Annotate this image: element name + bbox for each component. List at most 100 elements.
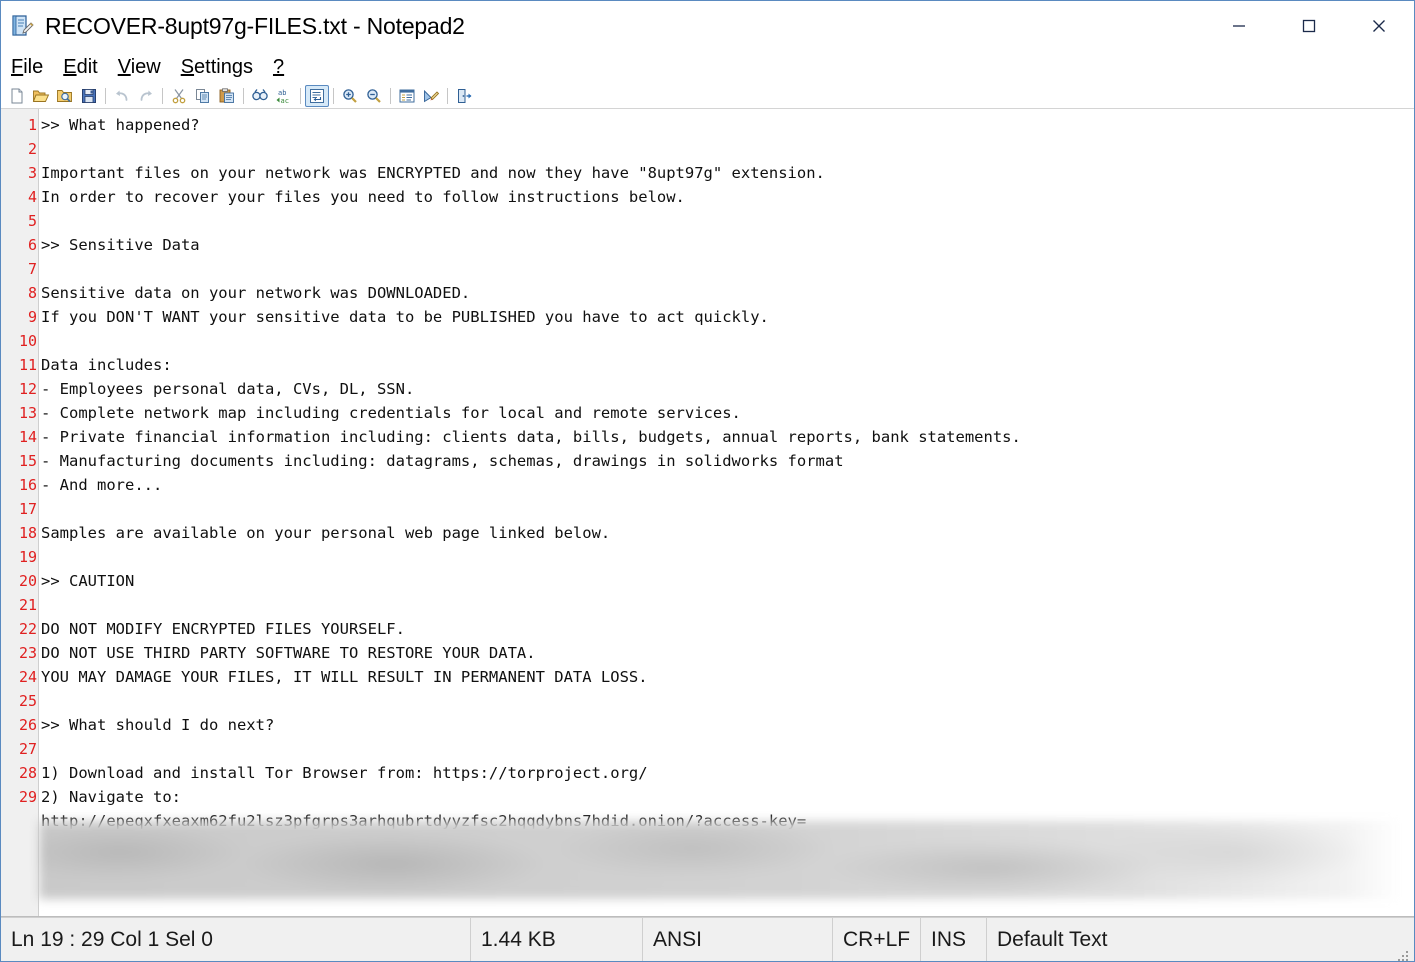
line-number: 14 (18, 428, 37, 446)
line-number: 12 (18, 380, 37, 398)
new-file-button[interactable] (5, 85, 29, 107)
text-line (41, 257, 1414, 281)
line-number: 20 (18, 572, 37, 590)
line-number: 1 (27, 116, 37, 134)
text-line: - Private financial information includin… (41, 428, 1021, 446)
paste-button[interactable] (215, 85, 239, 107)
status-line-endings[interactable]: CR+LF (833, 918, 921, 961)
paste-icon (219, 87, 234, 103)
cut-button[interactable] (167, 85, 191, 107)
line-number: 18 (18, 524, 37, 542)
line-number: 21 (18, 596, 37, 614)
line-numbers-icon (399, 89, 415, 102)
browse-file-button[interactable] (53, 85, 77, 107)
line-number: 27 (18, 740, 37, 758)
line-number: 25 (18, 692, 37, 710)
line-number: 7 (27, 260, 37, 278)
browse-file-icon (57, 89, 72, 102)
text-line: >> What should I do next? (41, 716, 275, 734)
text-line: >> What happened? (41, 116, 200, 134)
text-content[interactable]: >> What happened? Important files on you… (39, 109, 1414, 916)
open-file-button[interactable] (29, 85, 53, 107)
resize-grip[interactable] (1396, 945, 1410, 961)
line-number: 10 (18, 332, 37, 350)
line-number: 13 (18, 404, 37, 422)
line-number-gutter: 1 2 3 4 5 6 7 8 9 10 11 12 13 14 15 16 17 18 19 20 21 22 23 24 2… (1, 109, 39, 916)
menu-item-view[interactable]: View (118, 56, 161, 79)
line-number: 5 (27, 212, 37, 230)
new-file-icon (11, 88, 23, 103)
zoom-in-button[interactable] (338, 85, 362, 107)
text-line: >> Sensitive Data (41, 236, 200, 254)
status-insert-mode[interactable]: INS (921, 918, 987, 961)
title-bar: RECOVER-8upt97g-FILES.txt - Notepad2 (1, 1, 1414, 51)
line-number: 4 (27, 188, 37, 206)
text-line: Sensitive data on your network was DOWNL… (41, 284, 471, 302)
scheme-edit-button[interactable] (419, 85, 443, 107)
text-line (41, 329, 1414, 353)
text-line (41, 137, 1414, 161)
text-line (41, 593, 1414, 617)
undo-button[interactable] (110, 85, 134, 107)
line-number: 23 (18, 644, 37, 662)
line-number: 24 (18, 668, 37, 686)
text-line: >> CAUTION (41, 572, 135, 590)
text-line: DO NOT MODIFY ENCRYPTED FILES YOURSELF. (41, 620, 405, 638)
cut-icon (172, 88, 186, 103)
status-scheme[interactable]: Default Text (987, 918, 1396, 961)
replace-button[interactable]: ab ac (272, 85, 296, 107)
text-line (41, 545, 1414, 569)
line-number: 17 (18, 500, 37, 518)
menu-item-file[interactable]: File (11, 56, 43, 79)
exit-icon (458, 88, 472, 103)
find-button[interactable] (248, 85, 272, 107)
redo-icon (140, 90, 152, 101)
status-encoding[interactable]: ANSI (643, 918, 833, 961)
status-file-size[interactable]: 1.44 KB (471, 918, 643, 961)
text-line: - Manufacturing documents including: dat… (41, 452, 844, 470)
replace-icon: ab ac (276, 89, 289, 105)
redo-button[interactable] (134, 85, 158, 107)
zoom-in-icon (343, 88, 357, 103)
toolbar-separator (300, 87, 301, 104)
copy-button[interactable] (191, 85, 215, 107)
editor-area[interactable]: 1 2 3 4 5 6 7 8 9 10 11 12 13 14 15 16 17 18 19 20 21 22 23 24 2… (1, 109, 1414, 917)
text-line: In order to recover your files you need … (41, 188, 685, 206)
find-icon (252, 88, 268, 100)
menu-item-help[interactable]: ? (273, 56, 284, 79)
close-button[interactable] (1344, 1, 1414, 51)
line-number: 11 (18, 356, 37, 374)
toolbar-separator (390, 87, 391, 104)
menu-bar: File Edit View Settings ? (1, 51, 1414, 83)
line-number (1, 809, 37, 833)
line-number: 26 (18, 716, 37, 734)
text-line: DO NOT USE THIRD PARTY SOFTWARE TO RESTO… (41, 644, 536, 662)
exit-button[interactable] (452, 85, 476, 107)
line-number: 2 (27, 140, 37, 158)
minimize-icon (1233, 25, 1245, 27)
notepad2-window: RECOVER-8upt97g-FILES.txt - Notepad2 Fil… (0, 0, 1415, 962)
toolbar-separator (447, 87, 448, 104)
minimize-button[interactable] (1204, 1, 1274, 51)
save-file-button[interactable] (77, 85, 101, 107)
text-line: YOU MAY DAMAGE YOUR FILES, IT WILL RESUL… (41, 668, 648, 686)
line-number: 15 (18, 452, 37, 470)
text-line: Important files on your network was ENCR… (41, 164, 825, 182)
maximize-button[interactable] (1274, 1, 1344, 51)
copy-icon (196, 88, 209, 103)
line-numbers-button[interactable] (395, 85, 419, 107)
toolbar-separator (333, 87, 334, 104)
svg-text:ab: ab (278, 89, 286, 97)
zoom-out-icon (367, 88, 381, 103)
line-number: 29 (18, 788, 37, 806)
toolbar-separator (243, 87, 244, 104)
text-line: Samples are available on your personal w… (41, 524, 611, 542)
zoom-out-button[interactable] (362, 85, 386, 107)
scheme-edit-icon (424, 89, 440, 102)
menu-item-settings[interactable]: Settings (181, 56, 253, 79)
undo-icon (116, 90, 128, 101)
window-title: RECOVER-8upt97g-FILES.txt - Notepad2 (45, 12, 465, 39)
toolbar-separator (105, 87, 106, 104)
word-wrap-button[interactable] (305, 84, 329, 107)
menu-item-edit[interactable]: Edit (63, 56, 97, 79)
